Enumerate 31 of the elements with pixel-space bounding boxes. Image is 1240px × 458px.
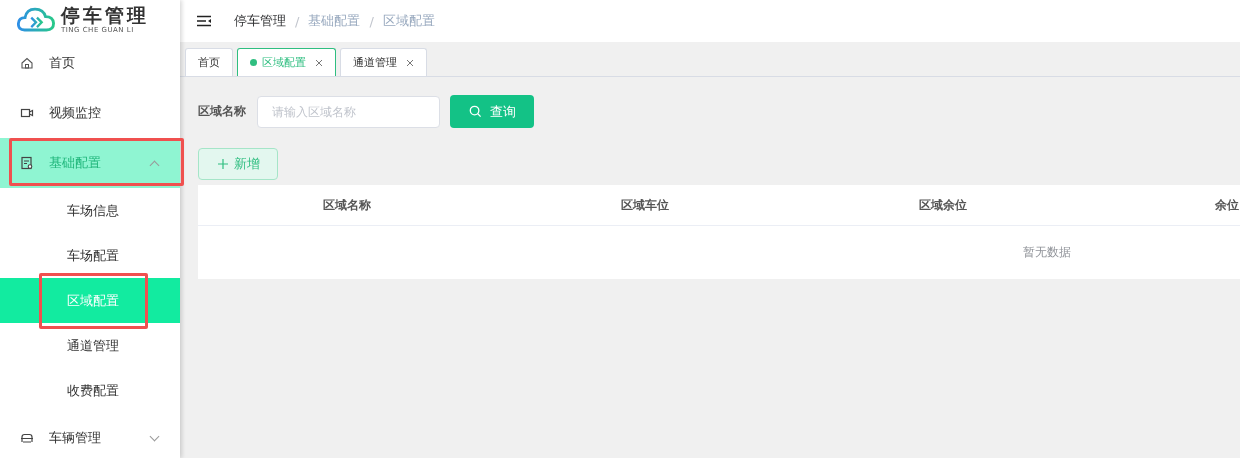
field-label: 区域名称 <box>198 103 246 120</box>
breadcrumb-separator: / <box>369 13 374 29</box>
cloud-logo-icon <box>17 5 55 33</box>
breadcrumb-link[interactable]: 停车管理 <box>234 12 286 30</box>
menu-icon[interactable] <box>196 15 212 27</box>
camera-icon <box>20 106 34 120</box>
car-icon <box>20 431 34 445</box>
breadcrumb-separator: / <box>295 13 300 29</box>
submenu-item[interactable]: 车场配置 <box>0 233 180 278</box>
search-field[interactable]: 请输入区域名称 <box>257 95 440 128</box>
column-header: 区域余位 <box>919 196 967 214</box>
active-dot-icon <box>250 59 257 66</box>
close-icon[interactable] <box>315 58 323 67</box>
sidebar-item[interactable]: 车辆管理 <box>0 413 180 458</box>
sidebar-item[interactable]: 视频监控 <box>0 88 180 138</box>
column-header: 余位 <box>1215 196 1239 214</box>
app-title: 停车管理 <box>61 4 149 26</box>
tab[interactable]: 通道管理 <box>340 48 427 76</box>
search-icon <box>468 105 482 118</box>
submenu-item[interactable]: 通道管理 <box>0 323 180 368</box>
sidebar-item[interactable]: 首页 <box>0 38 180 88</box>
submenu-item[interactable]: 收费配置 <box>0 368 180 413</box>
submenu-item[interactable]: 车场信息 <box>0 188 180 233</box>
plus-icon <box>216 158 229 170</box>
tab[interactable]: 首页 <box>185 48 233 76</box>
document-icon <box>20 156 34 170</box>
home-icon <box>20 56 34 70</box>
empty-message: 暂无数据 <box>1023 244 1071 261</box>
column-header: 区域车位 <box>621 196 669 214</box>
column-header: 区域名称 <box>323 196 371 214</box>
close-icon[interactable] <box>406 58 414 67</box>
